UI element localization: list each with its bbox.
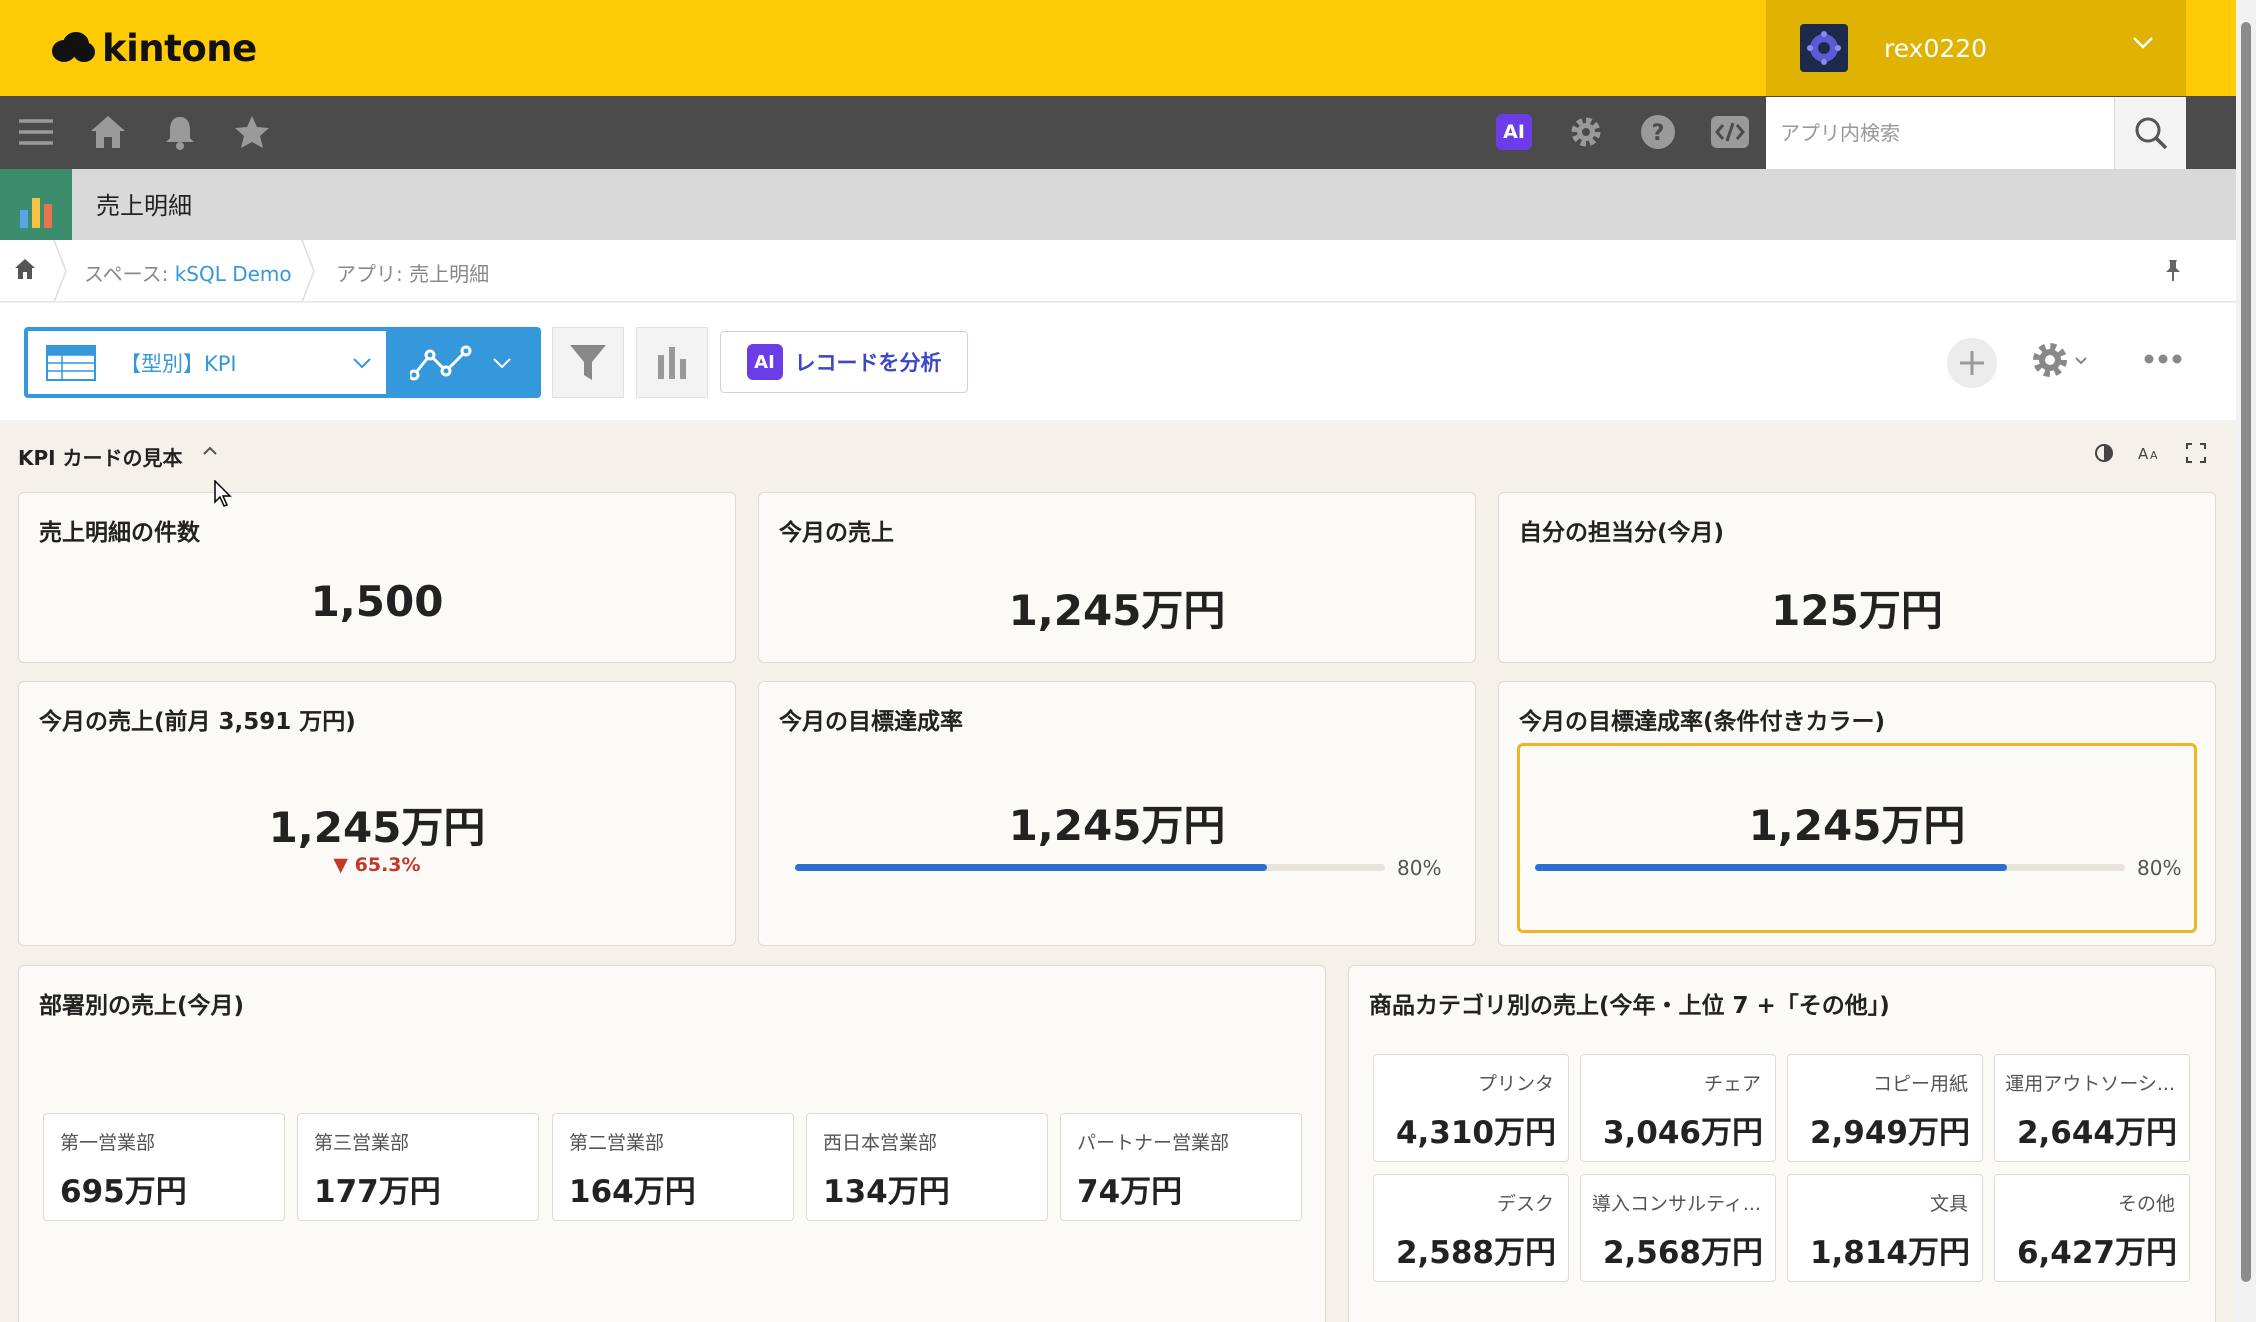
help-icon[interactable]: ?	[1636, 110, 1680, 154]
conditional-highlight: 1,245万円 80%	[1517, 743, 2197, 933]
dept-tile: 第二営業部 164万円	[552, 1113, 794, 1221]
progress-fill	[1535, 864, 2007, 871]
chevron-down-icon	[353, 358, 371, 369]
kpi-value: 1,500	[310, 577, 444, 626]
more-options-icon[interactable]	[2144, 352, 2182, 366]
chevron-up-icon[interactable]	[202, 446, 218, 456]
view-selector[interactable]: 【型別】KPI	[24, 327, 541, 398]
section-title: KPI カードの見本	[18, 446, 183, 470]
font-size-icon[interactable]: AA	[2138, 443, 2162, 463]
chevron-down-icon	[2133, 37, 2153, 49]
search-input[interactable]	[1766, 97, 2116, 169]
svg-text:?: ?	[1652, 121, 1665, 146]
breadcrumb-separator-icon	[301, 240, 315, 302]
avatar	[1800, 24, 1848, 72]
kpi-card-target-rate-conditional: 今月の目標達成率(条件付きカラー) 1,245万円 80%	[1498, 681, 2216, 946]
breadcrumb-space[interactable]: スペース: kSQL Demo	[84, 258, 292, 287]
gear-avatar-icon	[1807, 31, 1841, 65]
plus-icon	[1960, 351, 1984, 375]
kintone-logo[interactable]: kintone	[50, 24, 257, 72]
page-scrollbar[interactable]	[2236, 0, 2256, 1322]
graph-button[interactable]	[636, 327, 708, 398]
category-tile: デスク 2,588万円	[1373, 1174, 1569, 1282]
app-chart-icon[interactable]	[0, 169, 72, 240]
category-tile: コピー用紙 2,949万円	[1787, 1054, 1983, 1162]
progress-label: 80%	[2137, 856, 2182, 880]
settings-menu-button[interactable]	[2030, 340, 2088, 380]
progress-fill	[795, 864, 1267, 871]
home-icon[interactable]	[86, 110, 130, 154]
kpi-card-my-sales: 自分の担当分(今月) 125万円	[1498, 492, 2216, 663]
category-tile: その他 6,427万円	[1994, 1174, 2190, 1282]
bar-chart-icon	[658, 346, 686, 379]
kpi-value: 1,245万円	[268, 803, 486, 852]
kpi-card-monthly-sales: 今月の売上 1,245万円	[758, 492, 1476, 663]
scrollbar-thumb[interactable]	[2241, 22, 2251, 1282]
category-tile: 文具 1,814万円	[1787, 1174, 1983, 1282]
kpi-card-sales-vs-last-month: 今月の売上(前月 3,591 万円) 1,245万円 ▼ 65.3%	[18, 681, 736, 946]
svg-text:A: A	[2150, 449, 2158, 462]
cloud-logo-icon	[52, 32, 95, 62]
progress-bar	[795, 864, 1385, 871]
change-indicator: ▼ 65.3%	[333, 854, 421, 876]
add-record-button[interactable]	[1947, 338, 1997, 388]
search-icon	[2135, 117, 2167, 150]
filter-button[interactable]	[552, 327, 624, 398]
app-header	[0, 169, 2236, 240]
breadcrumb-separator-icon	[53, 240, 67, 302]
ai-icon: AI	[746, 344, 783, 380]
dept-tile: パートナー営業部 74万円	[1060, 1113, 1302, 1221]
kpi-card-record-count: 売上明細の件数 1,500	[18, 492, 736, 663]
app-title[interactable]: 売上明細	[96, 186, 192, 221]
kpi-value: 125万円	[1771, 586, 1943, 635]
ai-icon[interactable]: AI	[1492, 110, 1536, 154]
category-tile: 導入コンサルティ... 2,568万円	[1580, 1174, 1776, 1282]
breadcrumb-app[interactable]: アプリ: 売上明細	[336, 258, 489, 287]
kpi-value: 1,245万円	[1008, 586, 1226, 635]
category-tile: 運用アウトソーシ... 2,644万円	[1994, 1054, 2190, 1162]
dept-tile: 第三営業部 177万円	[297, 1113, 539, 1221]
filter-icon	[570, 344, 606, 380]
dept-tile: 西日本営業部 134万円	[806, 1113, 1048, 1221]
table-view-icon	[46, 344, 96, 381]
bell-icon[interactable]	[158, 110, 202, 154]
chevron-down-icon	[493, 357, 511, 368]
gear-icon[interactable]	[1564, 110, 1608, 154]
fullscreen-icon[interactable]	[2186, 443, 2206, 463]
ai-analyze-label: レコードを分析	[794, 351, 942, 375]
kpi-value: 1,245万円	[1008, 801, 1226, 850]
view-dropdown[interactable]: 【型別】KPI	[28, 331, 386, 394]
graph-view-button[interactable]	[386, 327, 541, 398]
kpi-card-target-rate: 今月の目標達成率 1,245万円 80%	[758, 681, 1476, 946]
search-button[interactable]	[2114, 97, 2186, 169]
progress-bar	[1535, 864, 2125, 871]
breadcrumb-home-icon[interactable]	[14, 258, 36, 280]
app-search	[1766, 97, 2186, 169]
star-icon[interactable]	[230, 110, 274, 154]
chevron-down-icon	[2075, 356, 2087, 364]
mouse-cursor-icon	[214, 480, 234, 508]
gear-icon	[2033, 343, 2067, 377]
svg-text:A: A	[2138, 445, 2149, 463]
dept-tile: 第一営業部 695万円	[43, 1113, 285, 1221]
category-tile: プリンタ 4,310万円	[1373, 1054, 1569, 1162]
ai-analyze-button[interactable]: AI レコードを分析	[720, 331, 968, 393]
kpi-value: 1,245万円	[1748, 801, 1966, 850]
category-tile: チェア 3,046万円	[1580, 1054, 1776, 1162]
user-menu[interactable]: rex0220	[1766, 0, 2186, 96]
view-name: 【型別】KPI	[120, 351, 237, 376]
username: rex0220	[1884, 33, 1988, 63]
contrast-icon[interactable]	[2094, 443, 2114, 463]
code-icon[interactable]	[1708, 110, 1752, 154]
logo-text: kintone	[102, 26, 257, 70]
pin-icon[interactable]	[2164, 258, 2182, 282]
menu-icon[interactable]	[14, 110, 58, 154]
progress-label: 80%	[1397, 856, 1442, 880]
line-graph-icon	[410, 345, 472, 380]
